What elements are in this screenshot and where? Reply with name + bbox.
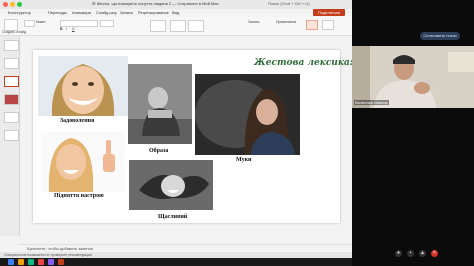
caption-joyful: Щасливий [158,214,188,220]
participant-name: Вячеслав Иванов [354,100,389,105]
caption-hurt: Образа [149,148,169,154]
accessibility-icon[interactable] [322,20,334,30]
finder-icon[interactable] [8,259,14,265]
arrange-icon[interactable] [170,20,186,32]
app-icon[interactable] [18,259,24,265]
quick-styles-icon[interactable] [188,20,204,32]
new-slide-label: Создать слайд [2,30,27,34]
photo-sad-child [128,64,192,144]
ribbon-toolbar: Создать слайд Макет B I U Запись Примеча… [0,17,352,36]
tab-review[interactable]: Рецензирование [138,10,169,15]
slide-thumbnail[interactable] [4,112,19,123]
camera-icon[interactable]: ▪ [407,250,414,257]
end-call-icon[interactable]: ✕ [431,250,438,257]
microphone-icon[interactable]: ● [395,250,402,257]
photo-joyful-child [129,160,213,210]
layout-label[interactable]: Макет [36,20,46,24]
app-icon[interactable] [38,259,44,265]
underline-button[interactable]: U [72,27,75,31]
slide-thumbnail[interactable] [4,58,19,69]
app-icon[interactable] [48,259,54,265]
italic-button[interactable]: I [66,27,67,31]
caption-torment: Муки [236,157,252,163]
tab-transitions[interactable]: Переходы [48,10,67,15]
tab-slideshow[interactable]: Слайд-шоу [96,10,117,15]
notes-field[interactable]: Щелкните, чтобы добавить заметки [19,244,352,252]
record-button[interactable]: Запись [248,20,259,24]
slide-title: Жестова лексика: [254,58,352,68]
bold-button[interactable]: B [60,27,63,31]
tab-animation[interactable]: Анимация [72,10,91,15]
caption-mood: Підняття настрою [54,193,104,199]
slide-thumbnail-selected[interactable] [4,76,19,87]
tab-design[interactable]: Конструктор [8,10,31,15]
font-size-select[interactable] [100,20,114,27]
photo-thumbs-up-girl [41,132,125,192]
minimize-window-button[interactable] [10,2,15,7]
designer-icon[interactable] [306,20,318,30]
share-screen-icon[interactable]: ▲ [419,250,426,257]
slide-thumbnail[interactable] [4,94,19,105]
participant-video [352,46,474,108]
shapes-icon[interactable] [150,20,166,32]
document-title: ☰ Жесты, що показують почуття людини 2 —… [92,1,219,6]
tab-view[interactable]: Вид [172,10,179,15]
tab-record[interactable]: Запись [120,10,133,15]
font-family-select[interactable] [60,20,98,27]
stop-sharing-button[interactable]: Остановить показ [420,32,460,40]
app-icon[interactable] [28,259,34,265]
close-window-button[interactable] [3,2,8,7]
powerpoint-icon[interactable] [58,259,64,265]
notes-button[interactable]: Примечания [276,20,296,24]
slide-thumbnails [0,36,20,236]
powerpoint-window: ☰ Жесты, що показують почуття людини 2 —… [0,0,352,266]
dock [0,258,352,266]
search-box[interactable]: Поиск (Cmd + Ctrl + U) [268,1,310,6]
slide-thumbnail[interactable] [4,40,19,51]
photo-crying-woman [195,74,300,155]
photo-smiling-girl [38,56,128,116]
slide-canvas[interactable]: Жестова лексика: Задоволення Образа Муки… [33,50,352,223]
zoom-window-button[interactable] [17,2,22,7]
ribbon-tabs: Конструктор Переходы Анимация Слайд-шоу … [0,9,352,17]
layout-icon[interactable] [24,20,35,27]
slide-thumbnail[interactable] [4,130,19,141]
share-button[interactable]: Поделиться [313,9,345,16]
caption-happy: Задоволення [60,118,95,124]
